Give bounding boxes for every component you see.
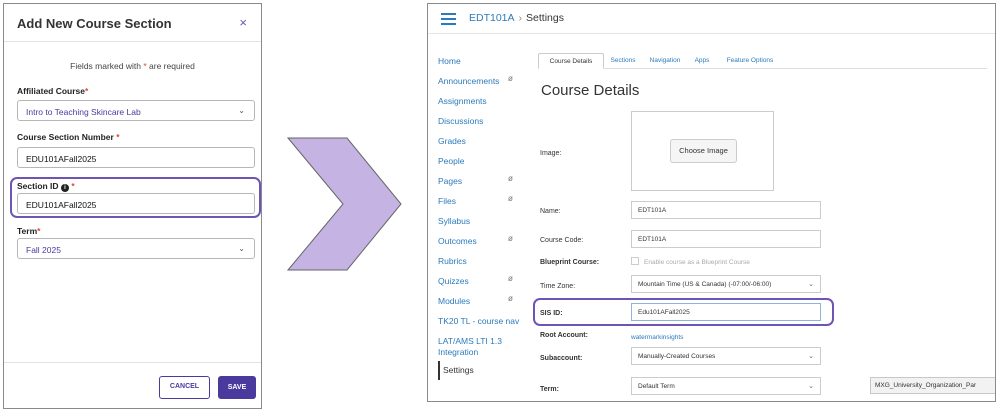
subaccount-select[interactable]: Manually-Created Courses ⌄ [631,347,821,365]
tab-navigation[interactable]: Navigation [642,53,688,69]
sis-id-input[interactable]: Edu101AFall2025 [631,303,821,321]
nav-files[interactable]: Files [438,196,456,206]
blueprint-option: Enable course as a Blueprint Course [631,257,750,266]
chevron-down-icon: ⌄ [808,353,814,360]
course-code-input[interactable]: EDT101A [631,230,821,248]
nav-lat-ams-lti[interactable]: LAT/AMS LTI 1.3 [438,336,502,346]
nav-discussions[interactable]: Discussions [438,116,483,126]
hamburger-menu-icon[interactable] [441,13,456,25]
chevron-down-icon: ⌄ [808,281,814,288]
info-icon[interactable]: i [60,184,69,192]
choose-image-button[interactable]: Choose Image [670,139,737,163]
nav-modules[interactable]: Modules [438,296,470,306]
top-bar: EDT101A › Settings [428,4,995,34]
term-label: Term* [17,226,41,236]
nav-tk20[interactable]: TK20 TL - course nav [438,316,519,326]
close-icon[interactable]: × [239,15,247,30]
nav-people[interactable]: People [438,156,464,166]
page-title: Course Details [541,82,640,99]
subaccount-label: Subaccount: [540,355,583,362]
course-image-area: Choose Image [631,111,774,191]
required-note: Fields marked with * are required [70,61,195,71]
affiliated-course-select[interactable]: Intro to Teaching Skincare Lab ⌄ [17,100,255,121]
nav-quizzes[interactable]: Quizzes [438,276,469,286]
nav-grades[interactable]: Grades [438,136,466,146]
tab-apps[interactable]: Apps [690,53,714,69]
blueprint-label: Blueprint Course: [540,259,600,266]
blueprint-checkbox[interactable] [631,257,639,265]
breadcrumb-current: Settings [526,12,564,24]
chevron-down-icon: ⌄ [238,106,245,115]
nav-pages[interactable]: Pages [438,176,462,186]
nav-assignments[interactable]: Assignments [438,96,487,106]
course-code-label: Course Code: [540,237,584,244]
hidden-eye-icon: ø [508,194,513,203]
nav-announcements[interactable]: Announcements [438,76,499,86]
section-id-label: Section ID i * [17,181,75,192]
hidden-eye-icon: ø [508,234,513,243]
arrow-right-icon [287,137,402,271]
nav-settings[interactable]: Settings [438,361,474,380]
nav-outcomes[interactable]: Outcomes [438,236,477,246]
section-number-input[interactable]: EDU101AFall2025 [17,147,255,168]
affiliated-course-label: Affiliated Course* [17,86,89,96]
blueprint-option-text: Enable course as a Blueprint Course [644,259,750,266]
tab-feature-options[interactable]: Feature Options [718,53,782,69]
course-settings-window: EDT101A › Settings Home Announcements ø As… [427,3,996,402]
chevron-down-icon: ⌄ [808,383,814,390]
cancel-button[interactable]: CANCEL [159,376,210,399]
nav-syllabus[interactable]: Syllabus [438,216,470,226]
breadcrumb: EDT101A › Settings [469,12,564,24]
root-account-link[interactable]: watermarkinsights [631,334,683,341]
hidden-eye-icon: ø [508,274,513,283]
root-account-label: Root Account: [540,332,588,339]
hidden-eye-icon: ø [508,294,513,303]
tab-course-details[interactable]: Course Details [538,53,604,69]
image-label: Image: [540,150,562,157]
course-name-input[interactable]: EDT101A [631,201,821,219]
save-button[interactable]: SAVE [218,376,256,399]
hidden-eye-icon: ø [508,174,513,183]
section-id-input[interactable]: EDU101AFall2025 [17,193,255,214]
hidden-eye-icon: ø [508,74,513,83]
term-select[interactable]: Default Term ⌄ [631,377,821,395]
time-zone-label: Time Zone: [540,283,576,290]
name-label: Name: [540,208,561,215]
account-tooltip: MXG_University_Organization_Par [870,377,995,394]
tab-sections[interactable]: Sections [606,53,640,69]
breadcrumb-course[interactable]: EDT101A [469,12,515,24]
time-zone-select[interactable]: Mountain Time (US & Canada) (-07:00/-06:… [631,275,821,293]
modal-header: Add New Course Section × [4,4,261,42]
nav-lat-ams-lti-line2[interactable]: Integration [438,347,478,357]
modal-title: Add New Course Section [17,16,172,31]
term-label: Term: [540,386,559,393]
sis-id-label: SIS ID: [540,310,563,317]
add-course-section-modal: Add New Course Section × Fields marked w… [3,3,262,409]
nav-home[interactable]: Home [438,56,461,66]
chevron-down-icon: ⌄ [238,244,245,253]
term-select[interactable]: Fall 2025 ⌄ [17,238,255,259]
modal-footer: CANCEL SAVE [4,362,261,410]
nav-rubrics[interactable]: Rubrics [438,256,467,266]
section-number-label: Course Section Number * [17,132,120,142]
